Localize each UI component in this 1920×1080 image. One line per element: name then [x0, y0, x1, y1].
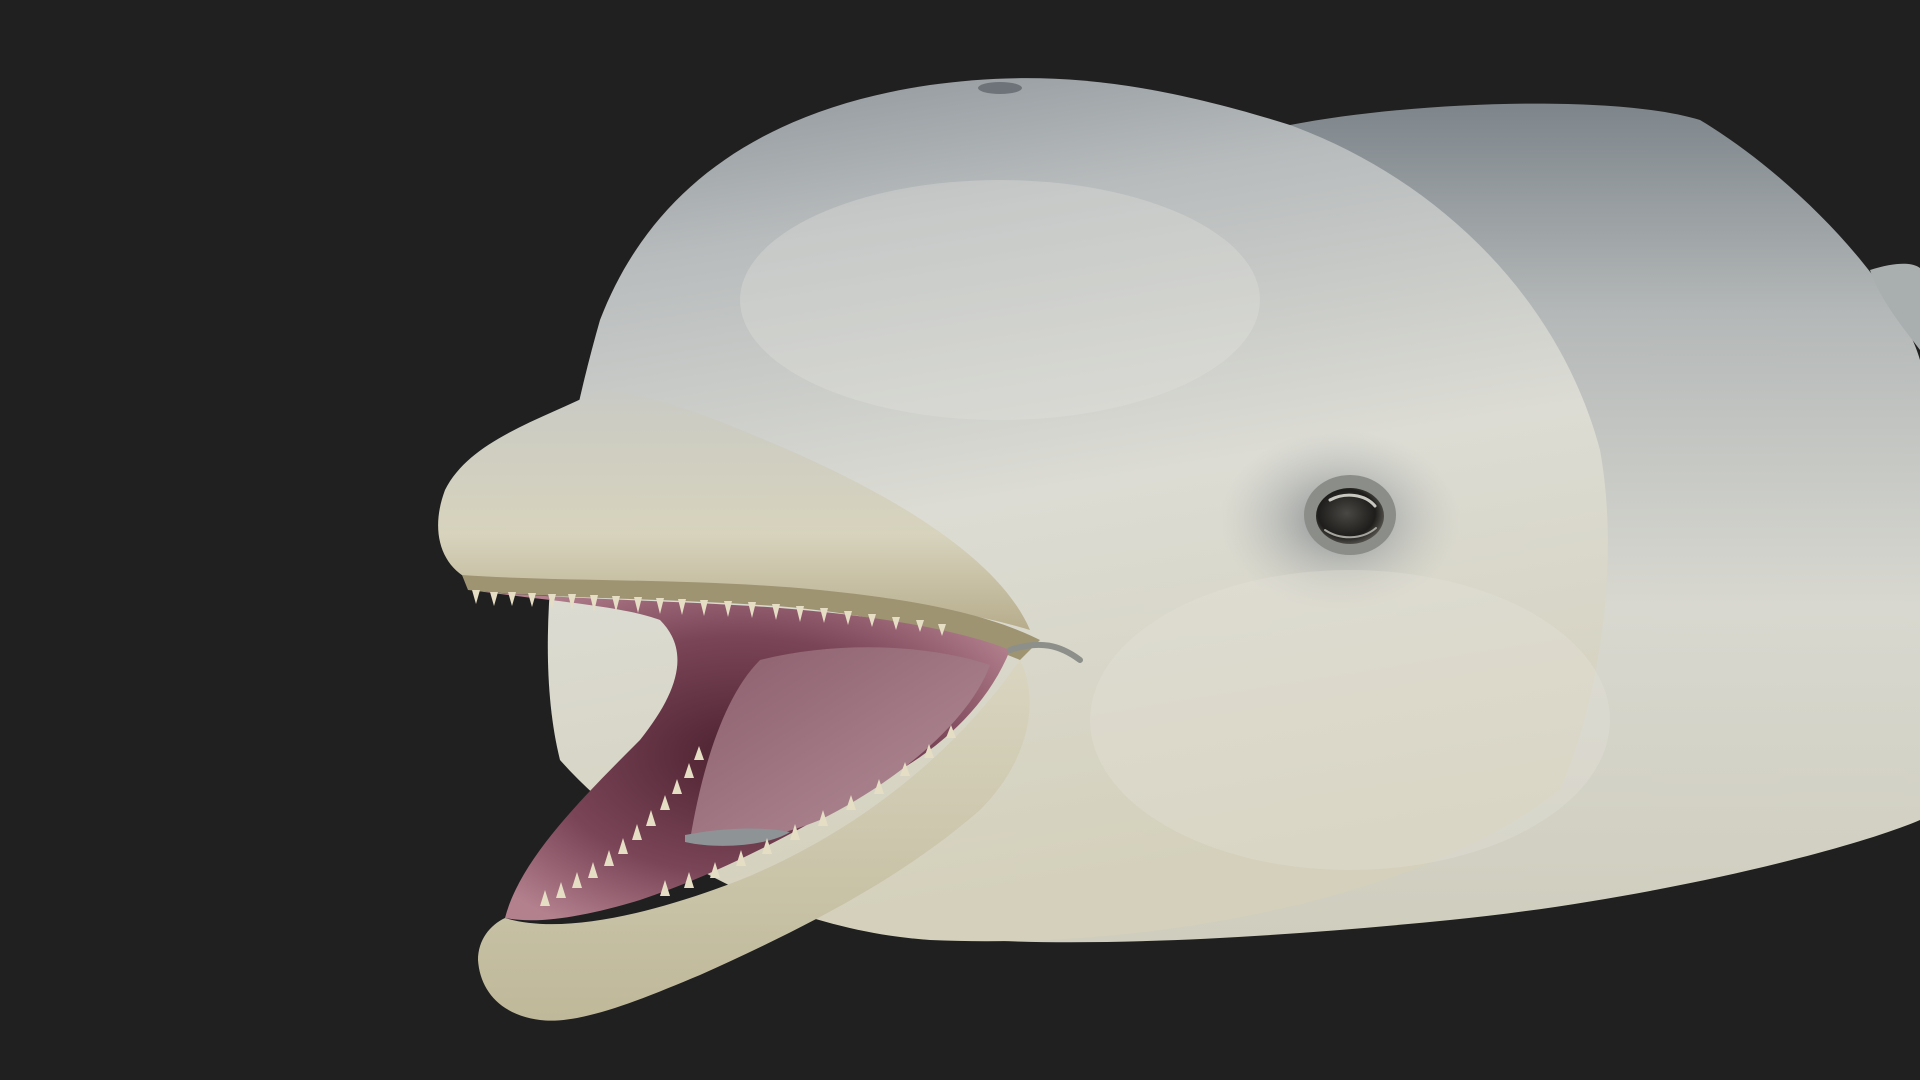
dolphin-model: [438, 78, 1920, 1021]
3d-viewport[interactable]: [0, 0, 1920, 1080]
blowhole: [978, 82, 1022, 94]
melon-highlight: [740, 180, 1260, 420]
cheek-highlight: [1090, 570, 1610, 870]
